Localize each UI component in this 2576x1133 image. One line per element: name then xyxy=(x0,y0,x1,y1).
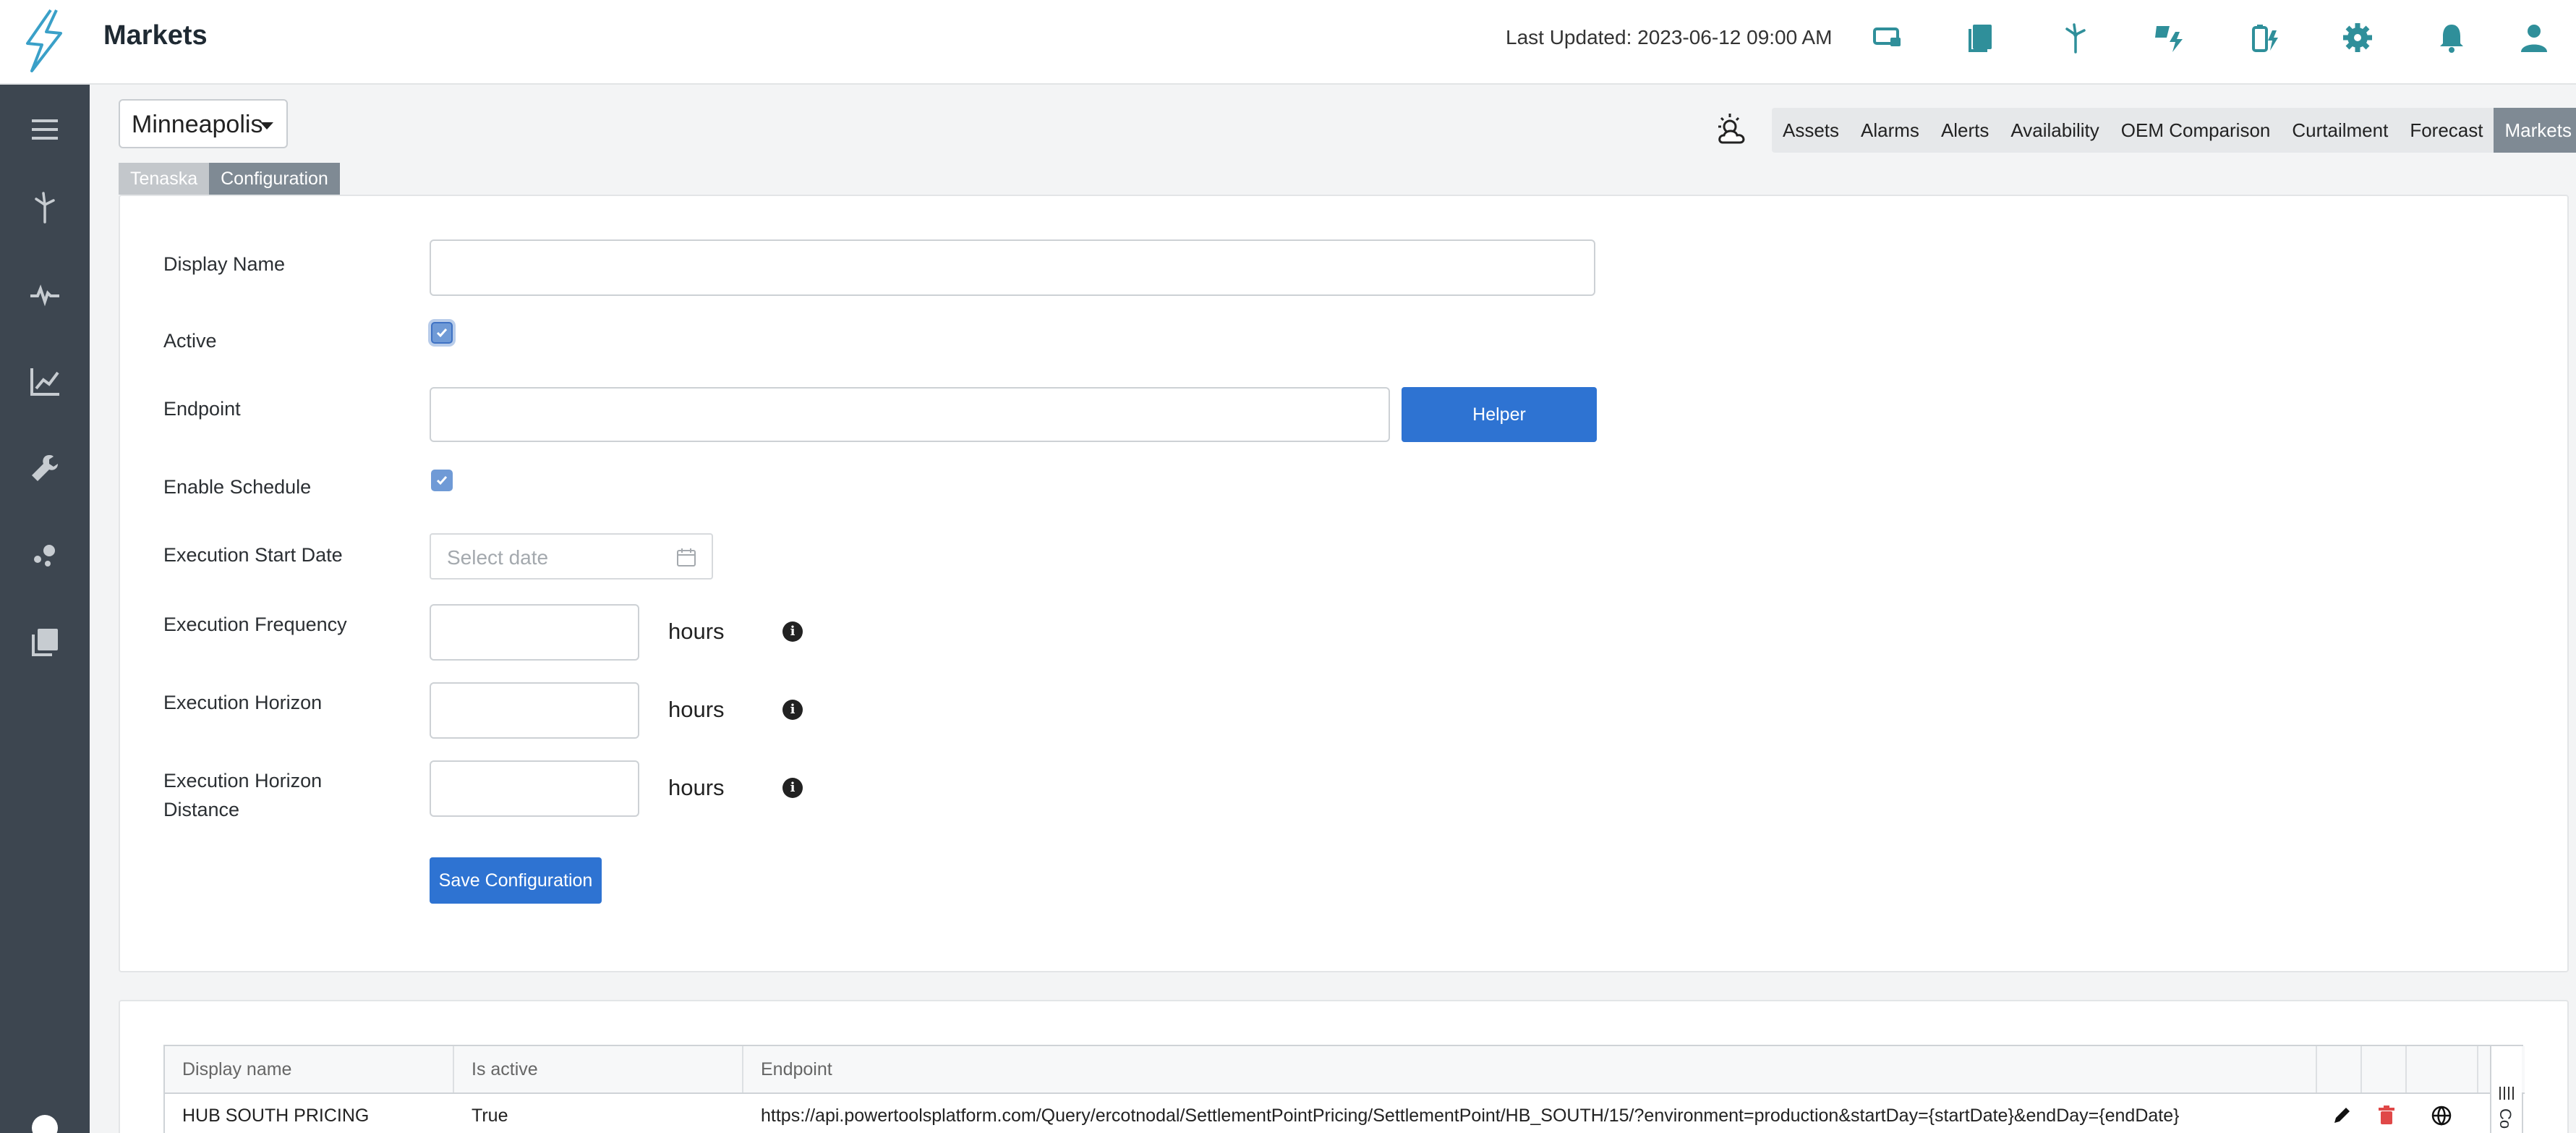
sub-tabs: Tenaska Configuration xyxy=(119,163,340,195)
info-icon[interactable]: i xyxy=(782,621,803,642)
date-placeholder: Select date xyxy=(447,546,549,569)
columns-side-tab-label: Co xyxy=(2496,1108,2515,1129)
bell-icon[interactable] xyxy=(2433,19,2470,56)
execution-frequency-label: Execution Frequency xyxy=(163,614,347,635)
calendar-icon xyxy=(677,548,696,566)
endpoint-label: Endpoint xyxy=(163,398,241,420)
column-display-name[interactable]: Display name xyxy=(165,1046,454,1092)
endpoint-input[interactable] xyxy=(430,387,1390,442)
enable-schedule-label: Enable Schedule xyxy=(163,476,312,498)
subtab-tenaska[interactable]: Tenaska xyxy=(119,163,210,195)
markets-table: Display name Is active Endpoint HUB SOUT… xyxy=(163,1045,2525,1133)
help-icon[interactable] xyxy=(22,1105,68,1133)
weather-icon[interactable] xyxy=(1713,111,1753,151)
execution-horizon-input[interactable] xyxy=(430,682,639,739)
subtab-configuration[interactable]: Configuration xyxy=(209,163,340,195)
documents-icon[interactable] xyxy=(1963,19,2000,56)
tab-curtailment[interactable]: Curtailment xyxy=(2281,108,2399,153)
columns-side-tab[interactable]: Co xyxy=(2490,1046,2522,1133)
enable-schedule-checkbox[interactable] xyxy=(431,470,453,491)
tab-alerts[interactable]: Alerts xyxy=(1930,108,2000,153)
column-action-delete xyxy=(2362,1046,2407,1092)
sidebar xyxy=(0,85,90,1133)
display-name-label: Display Name xyxy=(163,253,286,275)
execution-horizon-label: Execution Horizon xyxy=(163,692,323,713)
markets-table-panel: Display name Is active Endpoint HUB SOUT… xyxy=(119,1000,2569,1133)
tab-oem-comparison[interactable]: OEM Comparison xyxy=(2110,108,2282,153)
menu-icon[interactable] xyxy=(22,106,68,153)
cell-is-active: True xyxy=(472,1106,508,1126)
horizon-distance-unit: hours xyxy=(668,775,725,800)
page-title: Markets xyxy=(103,20,208,51)
column-endpoint[interactable]: Endpoint xyxy=(743,1046,2317,1092)
scatter-icon[interactable] xyxy=(22,532,68,578)
check-icon xyxy=(436,328,448,338)
execution-horizon-distance-label: Execution Horizon Distance xyxy=(163,770,323,820)
wind-turbine-icon[interactable] xyxy=(22,184,68,231)
site-select[interactable]: Minneapolis xyxy=(119,99,288,148)
pulse-icon[interactable] xyxy=(22,271,68,318)
info-icon[interactable]: i xyxy=(782,778,803,798)
last-updated-text: Last Updated: 2023-06-12 09:00 AM xyxy=(1506,26,1833,48)
column-action-edit xyxy=(2317,1046,2362,1092)
user-icon[interactable] xyxy=(2515,19,2553,56)
column-is-active[interactable]: Is active xyxy=(454,1046,743,1092)
display-name-input[interactable] xyxy=(430,239,1595,296)
execution-start-date-label: Execution Start Date xyxy=(163,544,343,566)
nav-tabs: Assets Alarms Alerts Availability OEM Co… xyxy=(1772,108,2576,153)
cell-endpoint: https://api.powertoolsplatform.com/Query… xyxy=(761,1106,2180,1126)
tab-assets[interactable]: Assets xyxy=(1772,108,1850,153)
frequency-unit: hours xyxy=(668,619,725,644)
tab-alarms[interactable]: Alarms xyxy=(1850,108,1930,153)
solar-power-icon[interactable] xyxy=(2151,19,2188,56)
line-chart-icon[interactable] xyxy=(22,358,68,404)
globe-icon[interactable] xyxy=(2430,1104,2453,1127)
tab-forecast[interactable]: Forecast xyxy=(2399,108,2494,153)
logo-icon[interactable] xyxy=(17,7,72,74)
battery-icon[interactable] xyxy=(2245,19,2282,56)
column-action-web xyxy=(2407,1046,2478,1092)
columns-icon xyxy=(2499,1087,2514,1100)
horizon-unit: hours xyxy=(668,697,725,722)
info-icon[interactable]: i xyxy=(782,700,803,720)
main-content: Minneapolis Assets Alarms Alerts Availab… xyxy=(90,85,2576,1133)
table-row[interactable]: HUB SOUTH PRICING True https://api.power… xyxy=(165,1094,2525,1133)
site-select-value: Minneapolis xyxy=(132,111,263,138)
active-checkbox[interactable] xyxy=(431,322,453,344)
edit-icon[interactable] xyxy=(2330,1104,2353,1127)
tab-availability[interactable]: Availability xyxy=(2000,108,2110,153)
library-icon[interactable] xyxy=(22,619,68,665)
tab-markets[interactable]: Markets xyxy=(2494,108,2576,153)
gear-icon[interactable] xyxy=(2339,19,2376,56)
execution-horizon-distance-input[interactable] xyxy=(430,760,639,817)
configuration-panel: Display Name Active Endpoint Helper Enab… xyxy=(119,195,2569,972)
trash-icon[interactable] xyxy=(2375,1104,2398,1127)
check-icon xyxy=(436,476,448,485)
table-header: Display name Is active Endpoint xyxy=(165,1046,2525,1094)
execution-frequency-input[interactable] xyxy=(430,604,639,661)
wind-turbine-icon[interactable] xyxy=(2057,19,2094,56)
caret-down-icon xyxy=(260,122,273,130)
helper-button[interactable]: Helper xyxy=(1402,387,1597,442)
cell-display-name: HUB SOUTH PRICING xyxy=(182,1106,370,1126)
active-label: Active xyxy=(163,330,217,352)
save-configuration-button[interactable]: Save Configuration xyxy=(430,857,602,904)
execution-start-date-picker[interactable]: Select date xyxy=(430,533,713,580)
wrench-icon[interactable] xyxy=(22,445,68,491)
top-bar: Markets Last Updated: 2023-06-12 09:00 A… xyxy=(0,0,2576,85)
monitor-icon[interactable] xyxy=(1869,19,1906,56)
